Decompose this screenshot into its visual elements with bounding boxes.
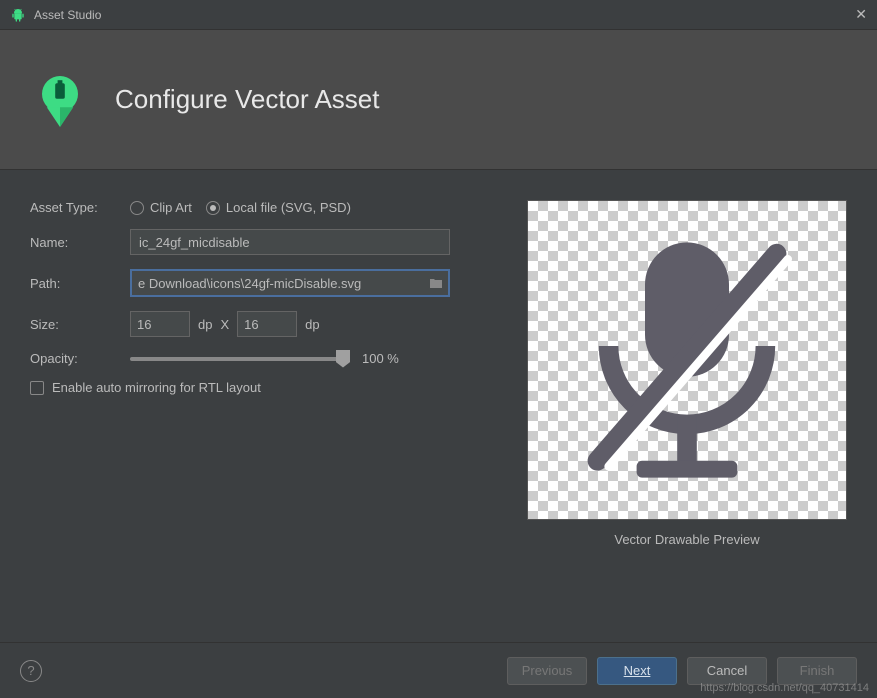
name-input[interactable] (130, 229, 450, 255)
preview-label: Vector Drawable Preview (614, 532, 759, 547)
android-icon (10, 7, 26, 23)
preview-canvas (527, 200, 847, 520)
mic-disable-icon (547, 220, 827, 500)
radio-icon (206, 201, 220, 215)
size-label: Size: (30, 317, 130, 332)
size-width-input[interactable] (130, 311, 190, 337)
size-width-unit: dp (198, 317, 212, 332)
opacity-slider[interactable] (130, 357, 350, 361)
form-panel: Asset Type: Clip Art Local file (SVG, PS… (30, 200, 487, 610)
folder-browse-icon[interactable] (424, 271, 448, 295)
next-button[interactable]: Next (597, 657, 677, 685)
size-separator: X (220, 317, 229, 332)
cancel-button[interactable]: Cancel (687, 657, 767, 685)
titlebar: Asset Studio ✕ (0, 0, 877, 30)
name-label: Name: (30, 235, 130, 250)
asset-studio-logo-icon (30, 70, 90, 130)
path-input[interactable] (132, 271, 424, 295)
watermark: https://blog.csdn.net/qq_40731414 (700, 682, 869, 694)
header: Configure Vector Asset (0, 30, 877, 170)
size-height-input[interactable] (237, 311, 297, 337)
finish-button[interactable]: Finish (777, 657, 857, 685)
asset-type-clipart-radio[interactable]: Clip Art (130, 200, 192, 215)
radio-label: Clip Art (150, 200, 192, 215)
opacity-value: 100 % (362, 351, 399, 366)
radio-label: Local file (SVG, PSD) (226, 200, 351, 215)
help-button[interactable]: ? (20, 660, 42, 682)
page-title: Configure Vector Asset (115, 84, 379, 115)
radio-icon (130, 201, 144, 215)
opacity-label: Opacity: (30, 351, 130, 366)
previous-button[interactable]: Previous (507, 657, 587, 685)
asset-type-label: Asset Type: (30, 200, 130, 215)
rtl-checkbox[interactable] (30, 381, 44, 395)
rtl-label: Enable auto mirroring for RTL layout (52, 380, 261, 395)
size-height-unit: dp (305, 317, 319, 332)
asset-type-localfile-radio[interactable]: Local file (SVG, PSD) (206, 200, 351, 215)
slider-thumb-icon[interactable] (336, 350, 350, 368)
path-field (130, 269, 450, 297)
close-icon[interactable]: ✕ (855, 6, 867, 23)
window-title: Asset Studio (34, 8, 855, 22)
path-label: Path: (30, 276, 130, 291)
